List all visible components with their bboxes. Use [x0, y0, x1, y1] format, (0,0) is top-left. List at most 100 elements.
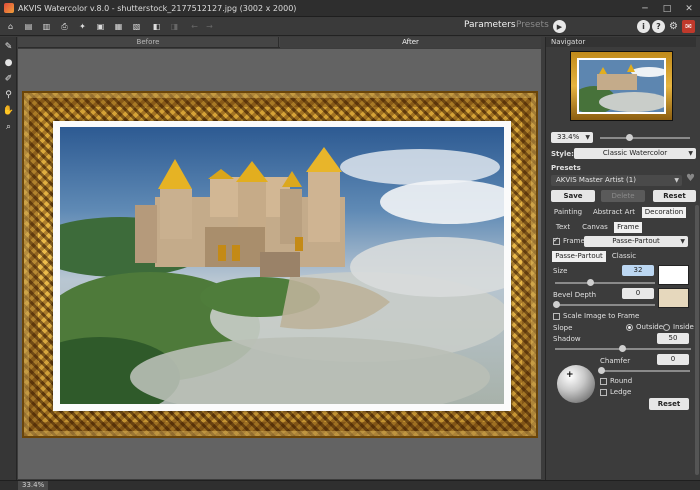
- layers-icon[interactable]: ▦: [112, 20, 125, 33]
- minimize-button[interactable]: ─: [634, 0, 656, 17]
- round-label: Round: [610, 377, 633, 385]
- delete-preset-button[interactable]: Delete: [601, 190, 645, 202]
- presets-label: Presets: [551, 164, 581, 172]
- tab-before[interactable]: Before: [18, 37, 279, 48]
- frame-type-value: Passe-Partout: [612, 237, 660, 245]
- tab-presets[interactable]: Presets: [516, 20, 549, 30]
- run-button[interactable]: ▶: [553, 20, 566, 33]
- tab-abstract-art[interactable]: Abstract Art: [588, 207, 640, 218]
- size-slider[interactable]: [555, 279, 655, 286]
- tab-frame[interactable]: Frame: [614, 222, 642, 233]
- main-toolbar: ⌂ ▤ ▥ ⎙ ✦ ▣ ▦ ▧ ◧ ◨ ← → Parameters Prese…: [0, 17, 700, 36]
- hand-icon[interactable]: ✋: [3, 105, 14, 116]
- shadow-value-field[interactable]: 50: [657, 333, 689, 344]
- view-tabs: Before After: [18, 37, 541, 48]
- feedback-icon[interactable]: ✉: [682, 20, 695, 33]
- info-icon[interactable]: i: [637, 20, 650, 33]
- chamfer-value-field[interactable]: 0: [657, 354, 689, 365]
- status-zoom: 33.4%: [18, 481, 49, 490]
- bevel-color-swatch[interactable]: [658, 288, 689, 308]
- navigator-preview[interactable]: [570, 51, 673, 121]
- tab-text[interactable]: Text: [550, 222, 576, 233]
- status-bar: 33.4%: [0, 480, 700, 490]
- eyedropper-icon[interactable]: ⚲: [3, 89, 14, 100]
- zoom-icon[interactable]: ⌕: [3, 121, 14, 132]
- frame-checkbox[interactable]: [553, 236, 560, 245]
- tab-painting[interactable]: Painting: [550, 207, 586, 218]
- zoom-slider-knob[interactable]: [626, 134, 633, 141]
- help-icon[interactable]: ?: [652, 20, 665, 33]
- bevel-depth-value-field[interactable]: 0: [622, 288, 654, 299]
- tab-canvas[interactable]: Canvas: [578, 222, 612, 233]
- panel-scrollbar[interactable]: [695, 205, 699, 475]
- undo-icon[interactable]: ←: [188, 20, 201, 33]
- frame-type-select[interactable]: Passe-Partout ▼: [584, 236, 688, 247]
- preset-select[interactable]: AKVIS Master Artist (1) ▼: [551, 175, 682, 186]
- compare-alt-icon[interactable]: ◨: [168, 20, 181, 33]
- chevron-down-icon: ▼: [688, 150, 693, 157]
- tab-passe-partout[interactable]: Passe-Partout: [552, 251, 606, 262]
- reset-preset-button[interactable]: Reset: [653, 190, 696, 202]
- size-value-field[interactable]: 32: [622, 265, 654, 276]
- ledge-label: Ledge: [610, 388, 632, 396]
- outside-label: Outside: [636, 323, 664, 331]
- style-label: Style:: [551, 150, 574, 158]
- batch-icon[interactable]: ▣: [94, 20, 107, 33]
- style-select-value: Classic Watercolor: [602, 149, 668, 157]
- frame-label: Frame: [563, 237, 585, 245]
- tab-classic[interactable]: Classic: [608, 251, 640, 262]
- print-icon[interactable]: ⎙: [58, 20, 71, 33]
- ledge-checkbox[interactable]: [600, 389, 607, 396]
- chamfer-slider-knob[interactable]: [598, 367, 605, 374]
- style-select[interactable]: Classic Watercolor ▼: [574, 148, 696, 159]
- bevel-depth-slider-knob[interactable]: [553, 301, 560, 308]
- shadow-slider[interactable]: [555, 345, 691, 352]
- chevron-down-icon: ▼: [674, 177, 679, 184]
- navigator-thumbnail: [577, 58, 666, 114]
- chamfer-label: Chamfer: [600, 357, 631, 365]
- bevel-depth-slider[interactable]: [553, 301, 655, 308]
- passe-partout-mat: [53, 121, 511, 411]
- inside-radio[interactable]: [663, 324, 670, 331]
- save-preset-button[interactable]: Save: [551, 190, 595, 202]
- compare-icon[interactable]: ◧: [150, 20, 163, 33]
- shadow-label: Shadow: [553, 335, 581, 343]
- tab-decoration[interactable]: Decoration: [642, 207, 686, 218]
- brush-icon[interactable]: ✎: [3, 41, 14, 52]
- home-icon[interactable]: ⌂: [4, 20, 17, 33]
- redo-icon[interactable]: →: [203, 20, 216, 33]
- outside-radio[interactable]: [626, 324, 633, 331]
- app-logo-icon: [4, 3, 14, 13]
- drop-icon[interactable]: ●: [3, 57, 14, 68]
- zoom-select-value: 33.4%: [557, 133, 580, 141]
- tool-palette: ✎ ● ✐ ⚲ ✋ ⌕: [0, 37, 17, 481]
- favorite-heart-icon[interactable]: ♥: [686, 173, 695, 184]
- round-checkbox[interactable]: [600, 378, 607, 385]
- chamfer-slider[interactable]: [598, 367, 690, 374]
- shadow-slider-knob[interactable]: [619, 345, 626, 352]
- image-canvas[interactable]: [18, 49, 541, 479]
- chevron-down-icon: ▼: [680, 238, 685, 245]
- image-icon[interactable]: ▧: [130, 20, 143, 33]
- close-button[interactable]: ✕: [678, 0, 700, 17]
- light-direction-sphere[interactable]: +: [557, 365, 595, 403]
- size-slider-knob[interactable]: [587, 279, 594, 286]
- gear-icon[interactable]: ⚙: [667, 20, 680, 33]
- zoom-select[interactable]: 33.4% ▼: [551, 132, 593, 143]
- maximize-button[interactable]: □: [656, 0, 678, 17]
- tab-after[interactable]: After: [280, 37, 541, 48]
- slope-label: Slope: [553, 324, 573, 332]
- tab-parameters[interactable]: Parameters: [464, 20, 516, 30]
- open-icon[interactable]: ▤: [22, 20, 35, 33]
- watercolor-painting: [60, 127, 504, 404]
- save-icon[interactable]: ▥: [40, 20, 53, 33]
- zoom-slider[interactable]: [600, 134, 690, 141]
- bevel-depth-label: Bevel Depth: [553, 291, 597, 299]
- reset-frame-button[interactable]: Reset: [649, 398, 689, 410]
- history-brush-icon[interactable]: ✐: [3, 73, 14, 84]
- passe-partout-color-swatch[interactable]: [658, 265, 689, 285]
- scale-image-checkbox[interactable]: [553, 313, 560, 320]
- share-icon[interactable]: ✦: [76, 20, 89, 33]
- light-source-marker-icon[interactable]: +: [566, 370, 574, 380]
- scale-image-label: Scale Image to Frame: [563, 312, 640, 320]
